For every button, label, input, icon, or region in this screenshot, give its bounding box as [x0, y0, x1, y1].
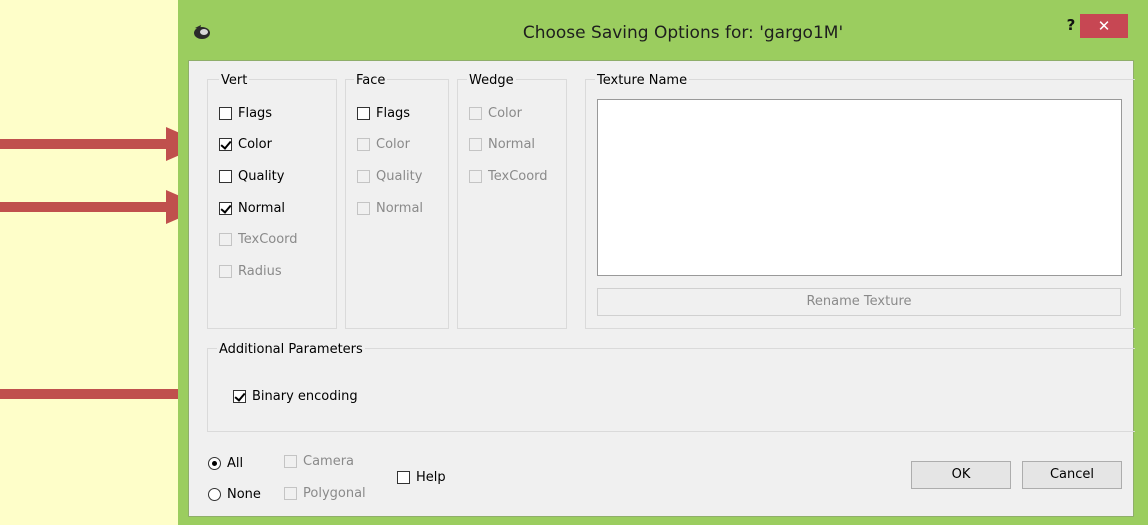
vert-radius-checkbox: Radius	[219, 262, 282, 280]
vert-flags-checkbox[interactable]: Flags	[219, 104, 272, 122]
checkbox-label: Normal	[376, 200, 424, 216]
checkbox-box	[219, 264, 232, 278]
checkbox-box	[284, 486, 297, 500]
annotation-arrow-color	[0, 127, 205, 161]
face-flags-checkbox[interactable]: Flags	[357, 104, 410, 122]
radio-label: None	[227, 486, 261, 502]
dialog-window: Choose Saving Options for: 'gargo1M' ? ✕…	[178, 0, 1148, 525]
checkbox-label: Quality	[238, 168, 285, 184]
polygonal-checkbox: Polygonal	[284, 484, 366, 502]
cancel-button[interactable]: Cancel	[1022, 461, 1122, 489]
vert-color-checkbox[interactable]: Color	[219, 135, 272, 153]
face-quality-checkbox: Quality	[357, 167, 422, 185]
checkbox-label: Camera	[303, 453, 355, 469]
checkbox-label: Flags	[376, 105, 411, 121]
vert-group-label: Vert	[219, 73, 250, 88]
checkbox-label: Radius	[238, 263, 282, 279]
checkbox-box	[284, 454, 297, 468]
texture-group-label: Texture Name	[595, 73, 690, 88]
wedge-texcoord-checkbox: TexCoord	[469, 167, 548, 185]
checkbox-label: Binary encoding	[252, 388, 358, 404]
checkbox-box[interactable]	[219, 106, 232, 120]
checkbox-box[interactable]	[219, 201, 232, 215]
checkbox-label: Color	[238, 136, 272, 152]
additional-parameters-label: Additional Parameters	[217, 342, 365, 357]
vert-normal-checkbox[interactable]: Normal	[219, 199, 285, 217]
face-group-label: Face	[354, 73, 388, 88]
checkbox-box	[469, 137, 482, 151]
checkbox-box	[469, 106, 482, 120]
rename-texture-button: Rename Texture	[597, 288, 1121, 316]
help-checkbox[interactable]: Help	[397, 468, 446, 486]
checkbox-box	[469, 169, 482, 183]
checkbox-box	[219, 232, 232, 246]
face-normal-checkbox: Normal	[357, 199, 423, 217]
radio-label: All	[227, 455, 244, 471]
radio-button[interactable]	[208, 456, 221, 470]
binary-encoding-checkbox[interactable]: Binary encoding	[233, 387, 358, 405]
checkbox-box[interactable]	[219, 137, 232, 151]
dialog-client-area: Vert Flags Color Quality Normal TexCoord…	[188, 60, 1135, 517]
annotation-arrow-normal	[0, 190, 205, 224]
checkbox-label: Color	[488, 105, 522, 121]
checkbox-label: TexCoord	[238, 231, 298, 247]
checkbox-box[interactable]	[357, 106, 370, 120]
wedge-color-checkbox: Color	[469, 104, 522, 122]
vert-quality-checkbox[interactable]: Quality	[219, 167, 284, 185]
all-radio[interactable]: All	[208, 454, 243, 472]
none-radio[interactable]: None	[208, 485, 261, 503]
checkbox-box	[357, 201, 370, 215]
checkbox-label: Normal	[488, 136, 536, 152]
face-color-checkbox: Color	[357, 135, 410, 153]
titlebar-help-button[interactable]: ?	[1060, 14, 1082, 36]
checkbox-box[interactable]	[219, 169, 232, 183]
checkbox-box[interactable]	[397, 470, 410, 484]
close-button[interactable]: ✕	[1080, 14, 1128, 38]
title-bar: Choose Saving Options for: 'gargo1M' ? ✕	[178, 0, 1148, 60]
checkbox-box	[357, 137, 370, 151]
ok-button[interactable]: OK	[911, 461, 1011, 489]
checkbox-label: Color	[376, 136, 410, 152]
wedge-group-label: Wedge	[467, 73, 516, 88]
dialog-title: Choose Saving Options for: 'gargo1M'	[522, 23, 844, 43]
vert-texcoord-checkbox: TexCoord	[219, 230, 298, 248]
checkbox-box	[357, 169, 370, 183]
checkbox-label: Help	[416, 469, 446, 485]
checkbox-label: Flags	[238, 105, 273, 121]
texture-name-list[interactable]	[597, 99, 1122, 276]
checkbox-label: TexCoord	[488, 168, 548, 184]
checkbox-label: Normal	[238, 200, 286, 216]
wedge-normal-checkbox: Normal	[469, 135, 535, 153]
radio-button[interactable]	[208, 487, 221, 501]
checkbox-box[interactable]	[233, 389, 246, 403]
checkbox-label: Polygonal	[303, 485, 366, 501]
camera-checkbox: Camera	[284, 452, 354, 470]
checkbox-label: Quality	[376, 168, 423, 184]
